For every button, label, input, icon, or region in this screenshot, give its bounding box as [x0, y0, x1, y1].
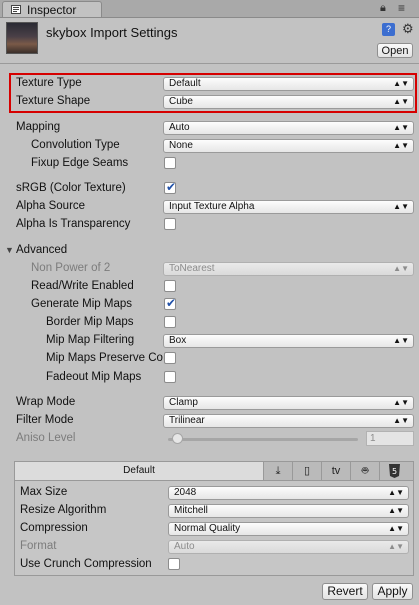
- format-value: Auto: [174, 541, 195, 552]
- mip-filter-value: Box: [169, 335, 187, 346]
- alpha-transparency-checkbox[interactable]: [164, 218, 176, 230]
- npot-value: ToNearest: [169, 263, 215, 274]
- mapping-value: Auto: [169, 122, 190, 133]
- aniso-value-field: 1: [366, 431, 414, 446]
- gear-icon[interactable]: ⚙: [402, 21, 414, 37]
- mip-filter-label: Mip Map Filtering: [46, 334, 135, 346]
- fixup-checkbox[interactable]: [164, 157, 176, 169]
- format-label: Format: [20, 540, 57, 552]
- crunch-checkbox[interactable]: [168, 558, 180, 570]
- convolution-value: None: [169, 140, 193, 151]
- texture-type-dropdown[interactable]: Default ▲▼: [163, 77, 414, 91]
- texture-thumbnail: [6, 22, 38, 54]
- resize-dropdown[interactable]: Mitchell ▲▼: [168, 504, 409, 518]
- chevron-icon: ▲▼: [393, 141, 409, 150]
- npot-dropdown: ToNearest ▲▼: [163, 262, 414, 276]
- chevron-icon: ▲▼: [393, 97, 409, 106]
- npot-label: Non Power of 2: [31, 262, 111, 274]
- fixup-label: Fixup Edge Seams: [31, 157, 129, 169]
- compression-dropdown[interactable]: Normal Quality ▲▼: [168, 522, 409, 536]
- aniso-label: Aniso Level: [16, 432, 76, 444]
- chevron-icon: ▲▼: [388, 506, 404, 515]
- lock-icon[interactable]: 🔒︎: [380, 2, 386, 15]
- chevron-icon: ▲▼: [388, 488, 404, 497]
- fadeout-label: Fadeout Mip Maps: [46, 371, 142, 383]
- compression-label: Compression: [20, 522, 88, 534]
- filter-dropdown[interactable]: Trilinear ▲▼: [163, 414, 414, 428]
- resize-value: Mitchell: [174, 505, 208, 516]
- chevron-icon: ▲▼: [393, 416, 409, 425]
- aniso-slider-handle: [171, 433, 183, 444]
- readwrite-label: Read/Write Enabled: [31, 280, 134, 292]
- chevron-icon: ▲▼: [388, 542, 404, 551]
- apply-button[interactable]: Apply: [372, 583, 413, 600]
- page-title: skybox Import Settings: [46, 25, 178, 40]
- phone-icon[interactable]: ▯: [293, 462, 322, 480]
- revert-button[interactable]: Revert: [322, 583, 368, 600]
- texture-shape-dropdown[interactable]: Cube ▲▼: [163, 95, 414, 109]
- format-dropdown: Auto ▲▼: [168, 540, 409, 554]
- preserve-coverage-label: Mip Maps Preserve Co: [46, 352, 163, 364]
- chevron-icon: ▲▼: [388, 524, 404, 533]
- tv-label: tv: [331, 465, 341, 477]
- tab-default-platform[interactable]: Default: [15, 462, 264, 480]
- texture-type-label: Texture Type: [16, 77, 82, 89]
- foldout-arrow-icon[interactable]: ▼: [5, 245, 14, 255]
- svg-text:5: 5: [392, 467, 397, 476]
- texture-type-value: Default: [169, 78, 201, 89]
- info-icon: [11, 5, 21, 14]
- max-size-dropdown[interactable]: 2048 ▲▼: [168, 486, 409, 500]
- max-size-value: 2048: [174, 487, 197, 498]
- filter-label: Filter Mode: [16, 414, 74, 426]
- convolution-label: Convolution Type: [31, 139, 120, 151]
- android-icon[interactable]: 🤖︎: [351, 462, 380, 480]
- chevron-icon: ▲▼: [393, 202, 409, 211]
- chevron-icon: ▲▼: [393, 336, 409, 345]
- chevron-icon: ▲▼: [393, 398, 409, 407]
- menu-icon[interactable]: ≡: [398, 1, 405, 15]
- advanced-foldout[interactable]: Advanced: [16, 242, 67, 258]
- preserve-coverage-checkbox[interactable]: [164, 352, 176, 364]
- srgb-checkbox[interactable]: [164, 180, 176, 194]
- srgb-label: sRGB (Color Texture): [16, 182, 126, 194]
- chevron-icon: ▲▼: [393, 79, 409, 88]
- wrap-dropdown[interactable]: Clamp ▲▼: [163, 396, 414, 410]
- alpha-source-label: Alpha Source: [16, 200, 86, 212]
- texture-shape-label: Texture Shape: [16, 95, 91, 107]
- tab-inspector[interactable]: Inspector: [2, 1, 102, 17]
- border-mips-label: Border Mip Maps: [46, 316, 134, 328]
- header-divider: [0, 63, 419, 64]
- crunch-label: Use Crunch Compression: [20, 558, 152, 570]
- filter-value: Trilinear: [169, 415, 205, 426]
- mipmaps-checkbox[interactable]: [164, 296, 176, 310]
- wrap-label: Wrap Mode: [16, 396, 76, 408]
- tv-icon[interactable]: tv: [322, 462, 351, 480]
- resize-label: Resize Algorithm: [20, 504, 107, 516]
- alpha-source-dropdown[interactable]: Input Texture Alpha ▲▼: [163, 200, 414, 214]
- open-button[interactable]: Open: [377, 43, 413, 58]
- alpha-transparency-label: Alpha Is Transparency: [16, 218, 131, 230]
- mipmaps-label: Generate Mip Maps: [31, 298, 132, 310]
- mip-filter-dropdown[interactable]: Box ▲▼: [163, 334, 414, 348]
- help-icon[interactable]: ?: [382, 23, 395, 36]
- compression-value: Normal Quality: [174, 523, 241, 534]
- chevron-icon: ▲▼: [393, 123, 409, 132]
- border-mips-checkbox[interactable]: [164, 316, 176, 328]
- chevron-icon: ▲▼: [393, 264, 409, 273]
- tab-label: Inspector: [27, 3, 77, 17]
- wrap-value: Clamp: [169, 397, 198, 408]
- fadeout-checkbox[interactable]: [164, 371, 176, 383]
- alpha-source-value: Input Texture Alpha: [169, 201, 255, 212]
- aniso-slider-track: [168, 438, 358, 441]
- mapping-dropdown[interactable]: Auto ▲▼: [163, 121, 414, 135]
- mapping-label: Mapping: [16, 121, 61, 133]
- html5-icon[interactable]: 5: [380, 462, 409, 480]
- readwrite-checkbox[interactable]: [164, 280, 176, 292]
- download-icon[interactable]: ⤓: [264, 462, 293, 480]
- max-size-label: Max Size: [20, 486, 68, 498]
- convolution-dropdown[interactable]: None ▲▼: [163, 139, 414, 153]
- texture-shape-value: Cube: [169, 96, 193, 107]
